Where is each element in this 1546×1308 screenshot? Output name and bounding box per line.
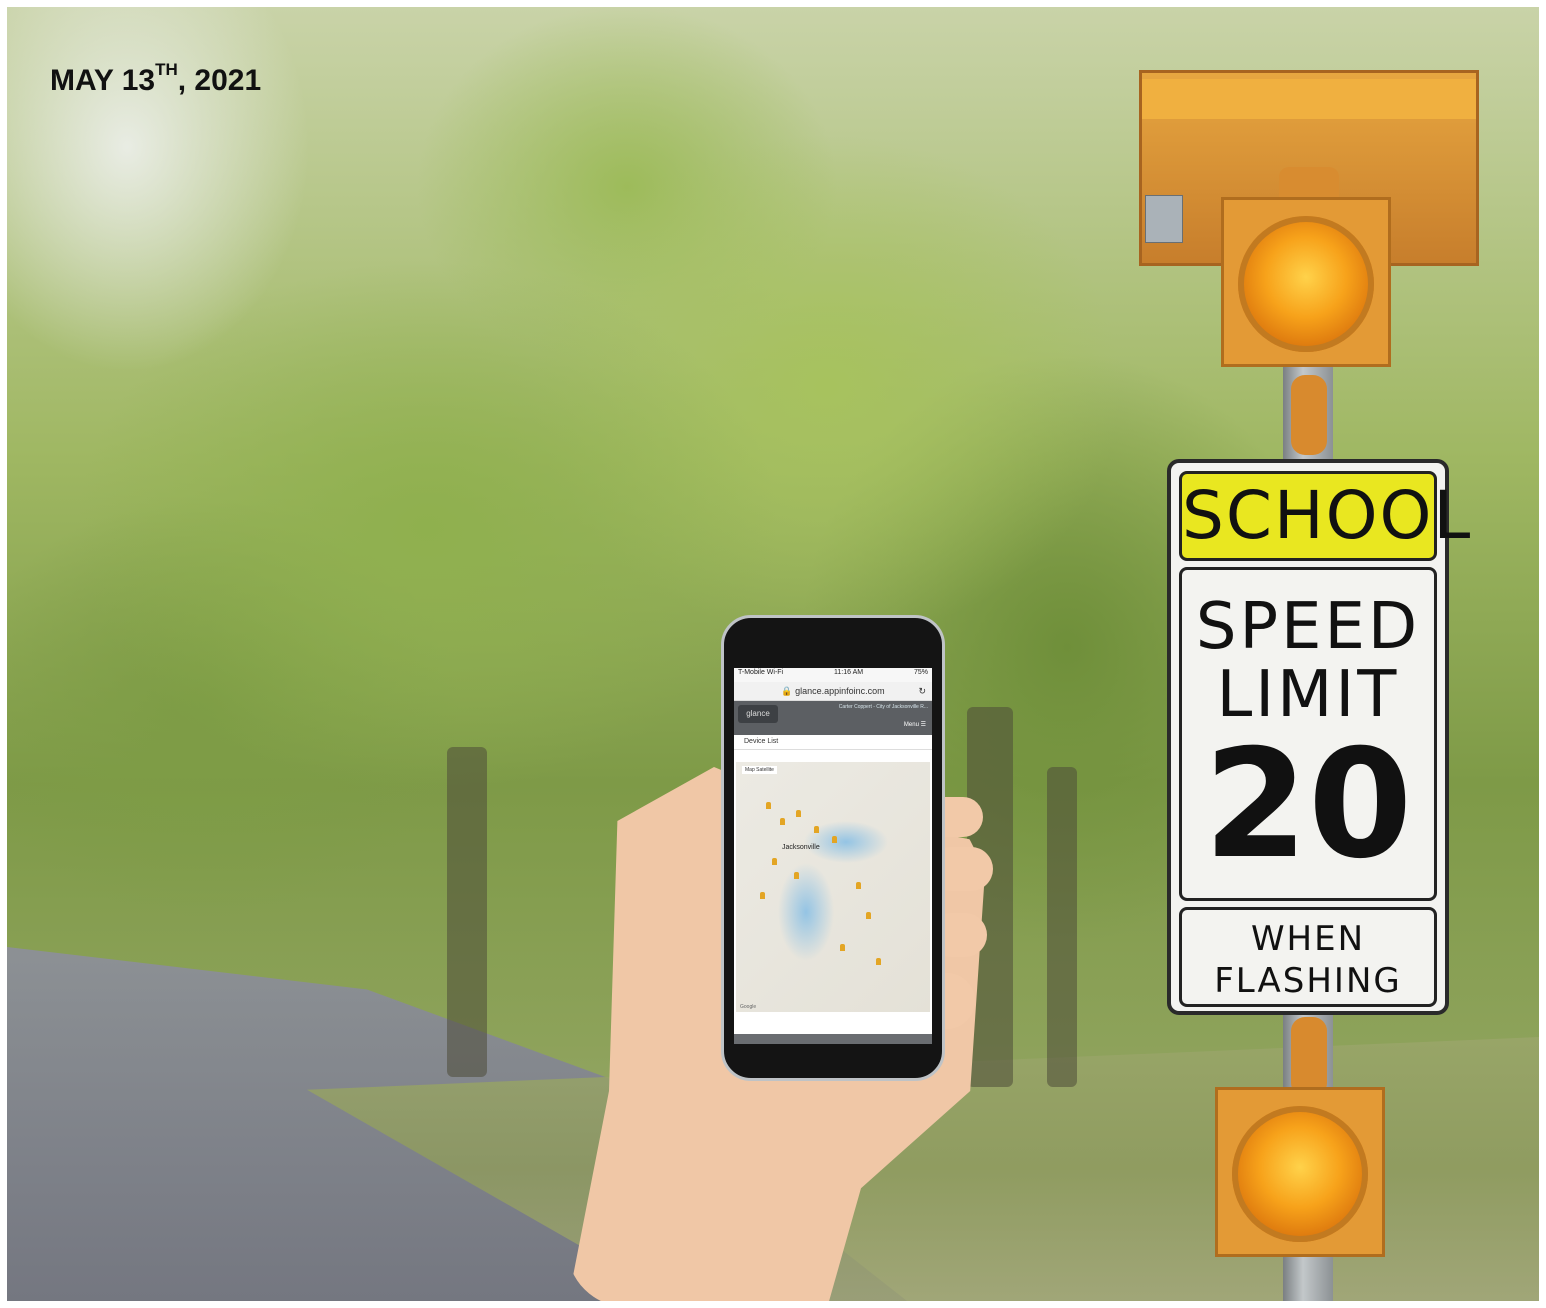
sign-speed-text: SPEED: [1195, 590, 1421, 664]
map-pin[interactable]: [794, 872, 799, 879]
sign-speed-number: 20: [1203, 718, 1413, 892]
google-logo: Google: [740, 1004, 757, 1010]
beacon-mount: [1291, 375, 1327, 455]
sign-speed-panel: SPEED LIMIT 20: [1179, 567, 1437, 901]
map-pin[interactable]: [796, 810, 801, 817]
map-pin[interactable]: [856, 882, 861, 889]
url-bar[interactable]: 🔒 glance.appinfoinc.com ↻: [734, 682, 932, 701]
map-pin[interactable]: [832, 836, 837, 843]
app-user-info: Carter Coppert - City of Jacksonville R.…: [838, 704, 928, 710]
beacon-lamp: [1232, 1106, 1368, 1242]
control-box: [1145, 195, 1183, 243]
upper-beacon: [1221, 197, 1391, 367]
menu-button[interactable]: Menu ☰: [904, 721, 926, 728]
map-city-label: Jacksonville: [782, 844, 820, 851]
school-speed-sign: SCHOOL SPEED LIMIT 20 WHEN FLASHING: [1167, 459, 1470, 1015]
lock-icon: 🔒: [781, 686, 793, 696]
beacon-mount: [1291, 1017, 1327, 1097]
sign-school-panel: SCHOOL: [1179, 471, 1470, 561]
map-pin[interactable]: [780, 818, 785, 825]
url-text: glance.appinfoinc.com: [795, 686, 885, 696]
lower-beacon: [1215, 1087, 1385, 1257]
time-label: 11:16 AM: [834, 669, 864, 676]
sign-flashing-text: FLASHING: [1214, 961, 1402, 1001]
photo-scene: MAY 13TH, 2021 SCHOOL SPEED LIMIT 20 WHE…: [7, 7, 1539, 1301]
app-header: glance Carter Coppert - City of Jacksonv…: [734, 701, 932, 735]
sign-when-flashing-panel: WHEN FLASHING: [1179, 907, 1437, 1007]
sign-when-text: WHEN: [1250, 919, 1366, 959]
date-caption: MAY 13TH, 2021: [50, 60, 262, 97]
map-type-tabs: Map Satellite: [742, 766, 777, 774]
app-logo[interactable]: glance: [738, 705, 778, 723]
map-pin[interactable]: [760, 892, 765, 899]
device-list-header[interactable]: Device List: [734, 735, 932, 750]
tree-trunk: [447, 747, 487, 1077]
map-view[interactable]: Map Satellite Jacksonville Google: [736, 762, 930, 1012]
battery-label: 75%: [913, 669, 928, 676]
phone-screen: T-Mobile Wi-Fi 11:16 AM 75% 🔒 glance.app…: [734, 668, 932, 1034]
phone-footer: [734, 1034, 932, 1044]
map-pin[interactable]: [814, 826, 819, 833]
reload-icon[interactable]: ↻: [918, 682, 926, 700]
beacon-lamp: [1238, 216, 1374, 352]
carrier-label: T-Mobile Wi-Fi: [738, 669, 784, 676]
map-pin[interactable]: [772, 858, 777, 865]
map-pin[interactable]: [766, 802, 771, 809]
map-pin[interactable]: [876, 958, 881, 965]
map-pin[interactable]: [840, 944, 845, 951]
status-bar: T-Mobile Wi-Fi 11:16 AM 75%: [734, 668, 932, 682]
tab-satellite[interactable]: Satellite: [756, 767, 774, 773]
map-pin[interactable]: [866, 912, 871, 919]
tab-map[interactable]: Map: [745, 767, 755, 773]
tree-trunk: [1047, 767, 1077, 1087]
hamburger-icon: ☰: [920, 722, 926, 728]
smartphone: T-Mobile Wi-Fi 11:16 AM 75% 🔒 glance.app…: [721, 615, 945, 1081]
